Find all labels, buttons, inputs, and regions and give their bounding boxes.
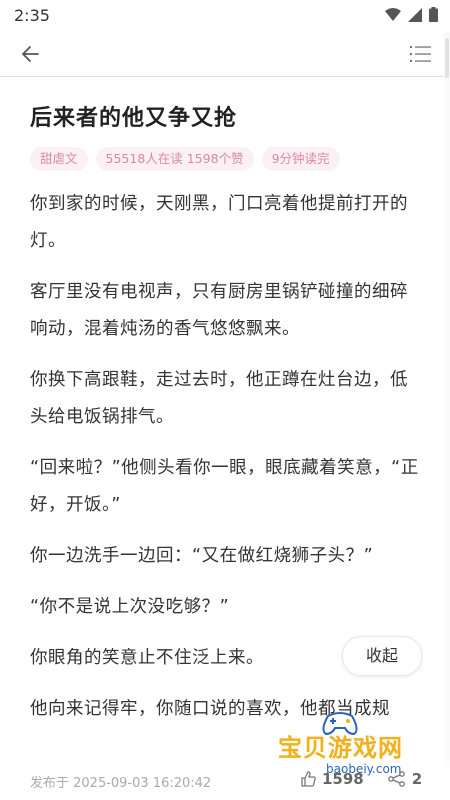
status-bar: 2:35 (0, 0, 450, 32)
watermark-url: baobeiy.com (326, 762, 402, 776)
tag-genre: 甜虐文 (30, 147, 88, 171)
paragraph: 你到家的时候，天刚黑，门口亮着他提前打开的灯。 (30, 194, 408, 251)
paragraph: 你一边洗手一边回：“又在做红烧狮子头？” (30, 546, 374, 566)
watermark-text: 宝贝游戏网 (278, 734, 403, 762)
app-bar (0, 32, 450, 77)
scrollbar-track[interactable] (444, 32, 450, 800)
arrow-left-icon (22, 46, 39, 62)
paragraph: 客厅里没有电视声，只有厨房里锅铲碰撞的细碎响动，混着炖汤的香气悠悠飘来。 (30, 282, 408, 339)
publish-time: 发布于 2025-09-03 16:20:42 (30, 776, 212, 791)
battery-icon (429, 7, 438, 22)
paragraph: 你换下高跟鞋，走过去时，他正蹲在灶台边，低头给电饭锅排气。 (30, 370, 408, 427)
paragraph: “你不是说上次没吃够？” (30, 597, 230, 617)
list-menu-icon (410, 46, 431, 62)
wifi-icon (385, 7, 401, 21)
status-time: 2:35 (14, 6, 50, 25)
collapse-button[interactable]: 收起 (342, 636, 422, 676)
scrollbar-thumb[interactable] (445, 38, 449, 78)
watermark-logo: 宝贝游戏网 baobeiy.com (270, 712, 440, 784)
tag-read-time: 9分钟读完 (261, 147, 340, 171)
menu-button[interactable] (410, 44, 432, 64)
article-title: 后来者的他又争又抢 (30, 106, 238, 131)
signal-icon (408, 7, 422, 22)
tag-stats: 55518人在读 1598个赞 (95, 147, 254, 171)
back-button[interactable] (16, 42, 44, 66)
status-icons (385, 7, 438, 22)
tag-list: 甜虐文 55518人在读 1598个赞 9分钟读完 (30, 147, 340, 171)
paragraph: “回来啦？”他侧头看你一眼，眼底藏着笑意，“正好，开饭。” (30, 458, 419, 515)
